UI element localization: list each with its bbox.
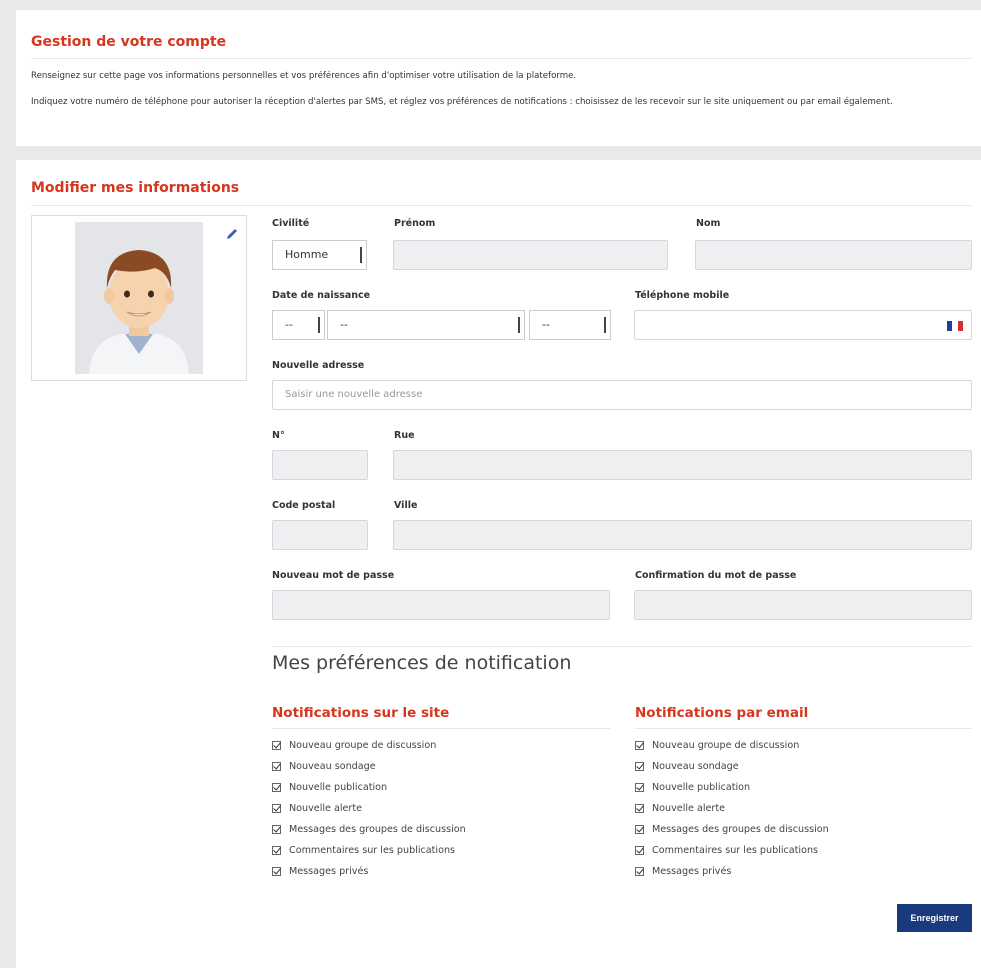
pref-item-label: Commentaires sur les publications	[289, 845, 456, 856]
pref-item-label: Nouvelle publication	[652, 782, 751, 793]
civilite-select[interactable]: Homme	[272, 240, 367, 270]
account-panel: Gestion de votre compte Renseignez sur c…	[16, 10, 981, 146]
dob-day-select[interactable]: --	[272, 310, 325, 340]
pref-item-label: Messages privés	[652, 866, 732, 877]
divider	[31, 205, 971, 206]
checkbox-checked-icon[interactable]	[635, 846, 644, 855]
rue-label: Rue	[394, 430, 415, 441]
intro-text-2: Indiquez votre numéro de téléphone pour …	[31, 97, 893, 107]
avatar-image	[75, 222, 203, 374]
edit-info-panel: Modifier mes informations Civilité Préno…	[16, 160, 981, 968]
france-flag-icon	[947, 321, 963, 331]
checkbox-checked-icon[interactable]	[635, 825, 644, 834]
cp-label: Code postal	[272, 500, 336, 511]
cp-input[interactable]	[272, 520, 368, 550]
pref-item-label: Messages des groupes de discussion	[652, 824, 829, 835]
dob-year-value: --	[542, 318, 550, 331]
pref-item-label: Nouveau sondage	[289, 761, 376, 772]
email-notifications-list: Nouveau groupe de discussion Nouveau son…	[635, 735, 829, 882]
pref-item-label: Nouveau sondage	[652, 761, 739, 772]
checkbox-checked-icon[interactable]	[272, 867, 281, 876]
pwd-confirm-label: Confirmation du mot de passe	[635, 570, 797, 581]
pref-item-label: Nouvelle alerte	[289, 803, 363, 814]
phone-input[interactable]	[634, 310, 972, 340]
pref-item[interactable]: Messages privés	[272, 861, 466, 882]
pref-item[interactable]: Commentaires sur les publications	[272, 840, 466, 861]
civilite-label: Civilité	[272, 218, 310, 229]
pref-item[interactable]: Nouvelle alerte	[635, 798, 829, 819]
ville-input[interactable]	[393, 520, 972, 550]
avatar	[31, 215, 247, 381]
checkbox-checked-icon[interactable]	[635, 804, 644, 813]
pwd-label: Nouveau mot de passe	[272, 570, 395, 581]
select-caret-icon	[360, 247, 362, 263]
pref-item-label: Messages privés	[289, 866, 369, 877]
pref-item-label: Messages des groupes de discussion	[289, 824, 466, 835]
checkbox-checked-icon[interactable]	[272, 783, 281, 792]
numero-label: N°	[272, 430, 285, 441]
pref-item[interactable]: Nouveau sondage	[635, 756, 829, 777]
pref-item[interactable]: Nouvelle publication	[635, 777, 829, 798]
pref-item-label: Nouvelle alerte	[652, 803, 726, 814]
pref-item-label: Commentaires sur les publications	[652, 845, 819, 856]
pref-item[interactable]: Nouvelle alerte	[272, 798, 466, 819]
pref-item-label: Nouvelle publication	[289, 782, 388, 793]
ville-label: Ville	[394, 500, 418, 511]
checkbox-checked-icon[interactable]	[635, 867, 644, 876]
email-notifications-title: Notifications par email	[635, 705, 809, 721]
dob-day-value: --	[285, 318, 293, 331]
divider	[31, 58, 971, 59]
checkbox-checked-icon[interactable]	[635, 783, 644, 792]
divider	[635, 728, 972, 729]
checkbox-checked-icon[interactable]	[635, 741, 644, 750]
select-caret-icon	[518, 317, 520, 333]
nom-label: Nom	[696, 218, 721, 229]
pref-item[interactable]: Nouveau groupe de discussion	[635, 735, 829, 756]
checkbox-checked-icon[interactable]	[635, 762, 644, 771]
prenom-input[interactable]	[393, 240, 668, 270]
pref-item-label: Nouveau groupe de discussion	[652, 740, 800, 751]
nom-input[interactable]	[695, 240, 972, 270]
dob-year-select[interactable]: --	[529, 310, 611, 340]
address-input[interactable]: Saisir une nouvelle adresse	[272, 380, 972, 410]
prenom-label: Prénom	[394, 218, 436, 229]
checkbox-checked-icon[interactable]	[272, 804, 281, 813]
site-notifications-list: Nouveau groupe de discussion Nouveau son…	[272, 735, 466, 882]
pencil-icon[interactable]	[225, 226, 239, 240]
pref-item[interactable]: Messages des groupes de discussion	[272, 819, 466, 840]
divider	[272, 728, 610, 729]
address-placeholder: Saisir une nouvelle adresse	[285, 389, 423, 400]
site-notifications-title: Notifications sur le site	[272, 705, 450, 721]
checkbox-checked-icon[interactable]	[272, 762, 281, 771]
pref-item[interactable]: Commentaires sur les publications	[635, 840, 829, 861]
civilite-value: Homme	[285, 248, 329, 261]
form-title: Modifier mes informations	[31, 180, 240, 196]
select-caret-icon	[318, 317, 320, 333]
address-label: Nouvelle adresse	[272, 360, 365, 371]
pref-item[interactable]: Messages des groupes de discussion	[635, 819, 829, 840]
pwd-confirm-input[interactable]	[634, 590, 972, 620]
dob-month-value: --	[340, 318, 348, 331]
dob-month-select[interactable]: --	[327, 310, 525, 340]
pref-item[interactable]: Nouveau groupe de discussion	[272, 735, 466, 756]
dob-label: Date de naissance	[272, 290, 371, 301]
pref-item-label: Nouveau groupe de discussion	[289, 740, 437, 751]
checkbox-checked-icon[interactable]	[272, 825, 281, 834]
select-caret-icon	[604, 317, 606, 333]
checkbox-checked-icon[interactable]	[272, 846, 281, 855]
pref-item[interactable]: Messages privés	[635, 861, 829, 882]
account-title: Gestion de votre compte	[31, 34, 227, 50]
phone-label: Téléphone mobile	[635, 290, 730, 301]
intro-text-1: Renseignez sur cette page vos informatio…	[31, 71, 577, 81]
divider	[272, 646, 972, 647]
rue-input[interactable]	[393, 450, 972, 480]
pwd-input[interactable]	[272, 590, 610, 620]
checkbox-checked-icon[interactable]	[272, 741, 281, 750]
pref-item[interactable]: Nouvelle publication	[272, 777, 466, 798]
pref-item[interactable]: Nouveau sondage	[272, 756, 466, 777]
save-button[interactable]: Enregistrer	[897, 904, 972, 932]
preferences-title: Mes préférences de notification	[272, 652, 572, 674]
numero-input[interactable]	[272, 450, 368, 480]
